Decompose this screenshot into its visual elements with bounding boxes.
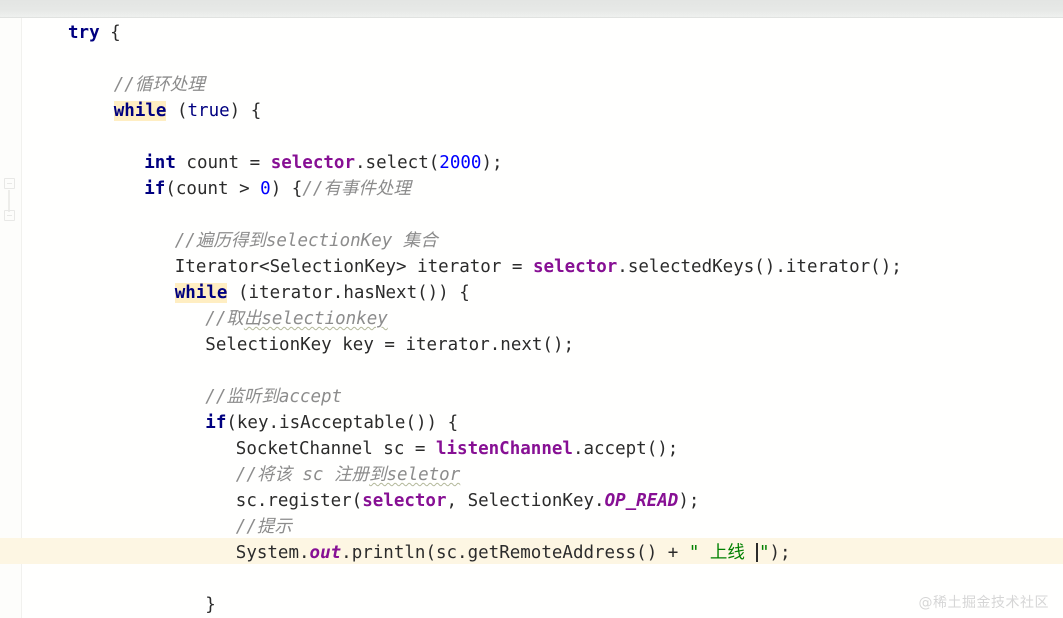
code-token-plain: );: [769, 543, 791, 563]
code-token-plain: SocketChannel sc =: [235, 439, 436, 459]
code-token-comment-typo: 出selectionkey: [243, 309, 388, 329]
code-line[interactable]: while (true) {: [0, 96, 1063, 122]
code-token-plain: );: [678, 491, 700, 511]
code-line[interactable]: int count = selector.select(2000);: [0, 148, 1063, 174]
code-token-plain: .println(sc.getRemoteAddress() +: [341, 543, 689, 563]
code-token-plain: , SelectionKey.: [446, 491, 605, 511]
editor-toolbar-strip: [0, 0, 1063, 18]
code-line[interactable]: sc.register(selector, SelectionKey.OP_RE…: [0, 486, 1063, 512]
code-token-plain: System.: [235, 543, 310, 563]
code-token-field: selector: [533, 257, 618, 277]
code-line[interactable]: //循环处理: [0, 70, 1063, 96]
text-caret: [756, 543, 758, 562]
code-token-comment: //提示: [235, 517, 292, 537]
code-content[interactable]: try {//循环处理 while (true) {int count = sel…: [0, 18, 1063, 618]
code-line[interactable]: SocketChannel sc = listenChannel.accept(…: [0, 434, 1063, 460]
code-token-plain: {: [99, 23, 121, 43]
code-token-kw: try: [68, 23, 100, 43]
code-token-plain: ) {: [229, 101, 262, 121]
code-token-str: " 上线: [688, 543, 756, 563]
code-token-str: ": [758, 543, 770, 563]
code-line[interactable]: [0, 122, 1063, 148]
code-token-comment-typo: 到seletor: [369, 465, 461, 485]
code-token-kw-hl: while: [174, 283, 228, 303]
code-token-plain: }: [205, 595, 216, 615]
code-line[interactable]: while (iterator.hasNext()) {: [0, 278, 1063, 304]
code-token-plain: count =: [175, 153, 271, 173]
code-token-plain: SelectionKey key = iterator.next();: [205, 335, 575, 355]
code-line[interactable]: //遍历得到selectionKey 集合: [0, 226, 1063, 252]
code-token-kw: if: [205, 413, 227, 433]
code-line[interactable]: }: [0, 590, 1063, 616]
code-token-plain: (count >: [165, 179, 261, 199]
code-line[interactable]: if(count > 0) {//有事件处理: [0, 174, 1063, 200]
code-token-static-f: out: [309, 543, 342, 563]
code-line[interactable]: //取出selectionkey: [0, 304, 1063, 330]
code-line[interactable]: [0, 564, 1063, 590]
code-token-plain: .selectedKeys().iterator();: [617, 257, 902, 277]
code-line[interactable]: [0, 356, 1063, 382]
code-line[interactable]: //将该 sc 注册到seletor: [0, 460, 1063, 486]
code-token-plain: ) {: [270, 179, 303, 199]
code-line[interactable]: if(key.isAcceptable()) {: [0, 408, 1063, 434]
code-line[interactable]: System.out.println(sc.getRemoteAddress()…: [0, 538, 1063, 564]
code-token-kw-hl: while: [113, 101, 167, 121]
code-line[interactable]: //监听到accept: [0, 382, 1063, 408]
code-token-comment: //有事件处理: [302, 179, 411, 199]
code-line[interactable]: SelectionKey key = iterator.next();: [0, 330, 1063, 356]
code-token-plain: (key.isAcceptable()) {: [226, 413, 459, 433]
code-token-kw: if: [144, 179, 166, 199]
code-token-comment: //循环处理: [113, 75, 205, 95]
code-token-num: 2000: [439, 153, 482, 173]
code-token-plain: (iterator.hasNext()) {: [227, 283, 470, 303]
code-token-plain: (: [166, 101, 188, 121]
code-token-comment: //将该 sc 注册: [235, 465, 369, 485]
code-token-plain: .select(: [355, 153, 440, 173]
code-editor[interactable]: try {//循环处理 while (true) {int count = sel…: [0, 0, 1063, 618]
code-line[interactable]: [0, 200, 1063, 226]
code-line[interactable]: Iterator<SelectionKey> iterator = select…: [0, 252, 1063, 278]
code-token-comment: //取: [205, 309, 244, 329]
code-token-kw: int: [144, 153, 176, 173]
code-token-plain: Iterator<SelectionKey> iterator =: [174, 257, 533, 277]
code-line[interactable]: //提示: [0, 512, 1063, 538]
code-token-field: selector: [270, 153, 355, 173]
code-line[interactable]: try {: [0, 18, 1063, 44]
code-token-static-f: OP_READ: [604, 491, 679, 511]
watermark: @稀土掘金技术社区: [918, 595, 1049, 611]
code-token-plain: sc.register(: [235, 491, 363, 511]
code-token-field: listenChannel: [435, 439, 573, 459]
code-token-kw-plain: true: [187, 101, 230, 121]
code-token-plain: .accept();: [572, 439, 679, 459]
code-token-comment: //遍历得到selectionKey 集合: [174, 231, 438, 251]
code-token-comment: //监听到accept: [205, 387, 343, 407]
code-token-plain: );: [481, 153, 503, 173]
code-token-num: 0: [260, 179, 271, 199]
code-line[interactable]: [0, 44, 1063, 70]
code-token-field: selector: [362, 491, 447, 511]
